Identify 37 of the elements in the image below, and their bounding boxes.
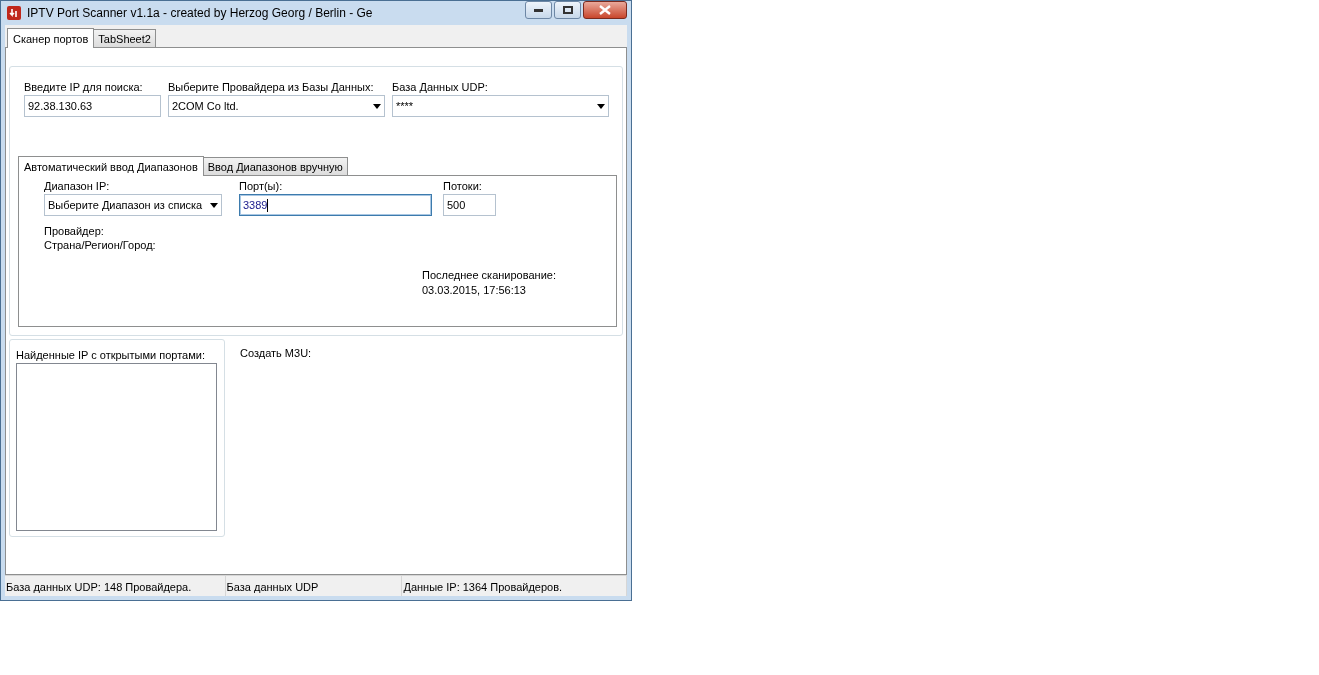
found-ips-list[interactable] (16, 363, 217, 531)
input-field[interactable]: 500 (443, 194, 496, 216)
close-icon (599, 5, 611, 15)
close-button[interactable] (583, 1, 627, 19)
last-scan-label: Последнее сканирование: (422, 269, 557, 281)
dropdown[interactable]: **** (392, 95, 609, 117)
dropdown-arrow-icon (210, 202, 218, 208)
maximize-button[interactable] (554, 1, 581, 19)
field-label: Диапазон IP: (44, 180, 111, 192)
field-label: Выберите Провайдера из Базы Данных: (168, 81, 375, 93)
last-scan-value: 03.03.2015, 17:56:13 (422, 284, 527, 296)
m3u-label: Создать M3U: (240, 347, 312, 361)
minimize-button[interactable] (525, 1, 552, 19)
maximize-icon (562, 6, 573, 14)
location-label: Страна/Регион/Город: (44, 239, 157, 251)
dropdown[interactable]: Выберите Диапазон из списка (44, 194, 222, 216)
window-title: IPTV Port Scanner v1.1a - created by Herzog Georg / Berlin - Ge (27, 6, 374, 20)
field-label: Порт(ы): (239, 180, 284, 192)
dropdown-arrow-icon (373, 103, 381, 109)
field-label: База Данных UDP: (392, 81, 489, 93)
field-label: Введите IP для поиска: (24, 81, 144, 93)
dropdown[interactable]: 2COM Co ltd. (168, 95, 385, 117)
input-field[interactable]: 3389 (239, 194, 432, 216)
input-field[interactable]: 92.38.130.63 (24, 95, 161, 117)
tab[interactable]: Ввод Диапазонов вручную (202, 157, 348, 175)
provider-label: Провайдер: (44, 225, 105, 237)
field-label: Потоки: (443, 180, 483, 192)
status-text: База данных UDP: 148 Провайдера. (5, 576, 226, 596)
tab[interactable]: Автоматический ввод Диапазонов (18, 156, 204, 176)
status-text: База данных UDP (225, 576, 403, 596)
minimize-icon (534, 8, 543, 12)
app-icon (7, 6, 21, 20)
tab[interactable]: Сканер портов (7, 28, 95, 48)
found-ips-label: Найденные IP с открытыми портами: (16, 349, 206, 361)
tab[interactable]: TabSheet2 (93, 29, 156, 47)
status-text: Данные IP: 1364 Провайдеров. (402, 576, 627, 596)
dropdown-arrow-icon (597, 103, 605, 109)
